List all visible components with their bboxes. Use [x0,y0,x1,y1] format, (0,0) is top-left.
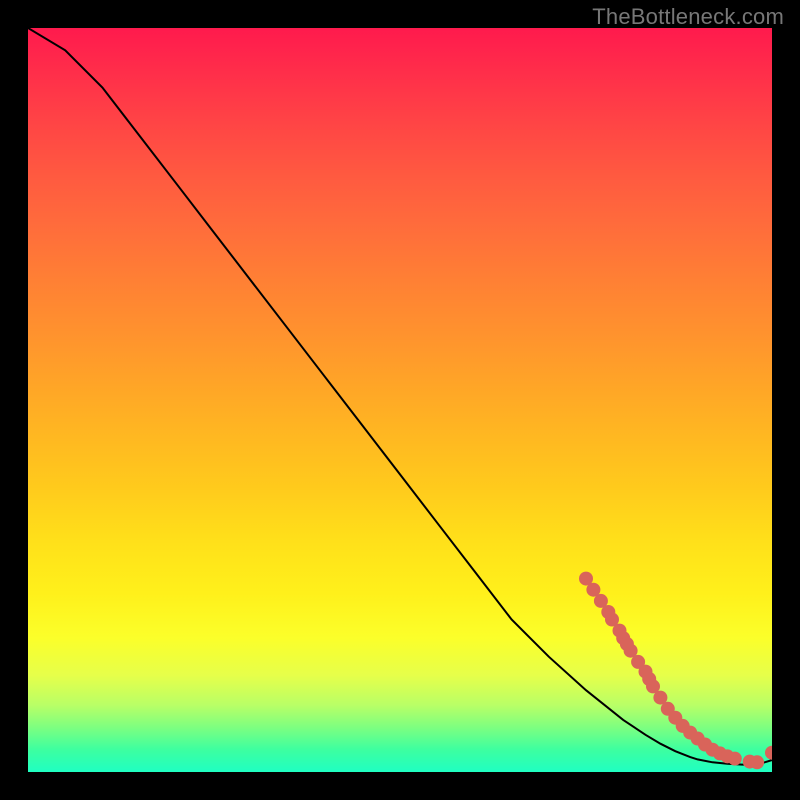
curve-line [28,28,772,765]
chart-frame: TheBottleneck.com [0,0,800,800]
chart-svg [28,28,772,772]
data-marker [728,752,742,766]
plot-area [28,28,772,772]
scatter-markers [579,572,772,770]
watermark-label: TheBottleneck.com [592,4,784,30]
data-marker [750,755,764,769]
data-marker [765,746,772,760]
